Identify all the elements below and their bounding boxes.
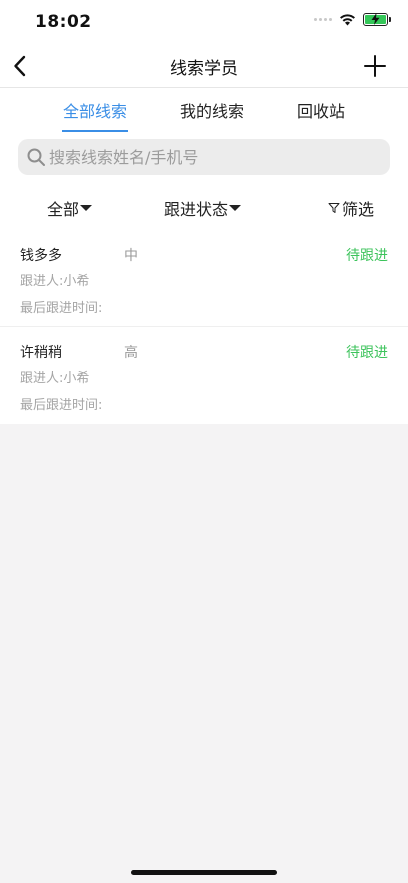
status-time: 18:02	[35, 12, 92, 32]
tab-recycle-bin[interactable]: 回收站	[297, 98, 345, 122]
filter-bar: 全部 跟进状态 筛选	[0, 184, 408, 230]
tab-my-leads[interactable]: 我的线索	[180, 98, 244, 122]
lead-follower: 跟进人: 小希	[20, 367, 89, 386]
lead-item[interactable]: 钱多多 中 待跟进 跟进人: 小希 最后跟进时间:	[0, 230, 408, 327]
filter-button[interactable]: 筛选	[328, 196, 374, 220]
lead-status-badge: 待跟进	[346, 248, 388, 264]
search-box[interactable]	[18, 139, 390, 175]
filter-label: 筛选	[342, 200, 375, 219]
wifi-icon	[340, 14, 355, 26]
lead-status-badge: 待跟进	[346, 345, 388, 361]
status-bar: 18:02	[0, 0, 408, 44]
status-filter-label: 跟进状态	[164, 200, 229, 219]
page-title: 线索学员	[170, 59, 238, 79]
tab-bar: 全部线索 我的线索 回收站	[0, 88, 408, 134]
nav-bar: 线索学员	[0, 44, 408, 88]
caret-down-icon	[229, 205, 242, 211]
follower-label: 跟进人:	[20, 371, 64, 386]
add-lead-button[interactable]	[362, 53, 388, 79]
funnel-icon	[328, 203, 340, 213]
all-filter-dropdown[interactable]: 全部	[47, 196, 93, 220]
follower-name: 小希	[63, 371, 90, 386]
lead-name: 许稍稍	[20, 345, 62, 361]
status-icons	[314, 13, 391, 26]
lead-name: 钱多多	[20, 248, 62, 264]
lead-item[interactable]: 许稍稍 高 待跟进 跟进人: 小希 最后跟进时间:	[0, 327, 408, 424]
search-section	[0, 134, 408, 184]
home-indicator	[131, 870, 277, 875]
battery-charging-icon	[363, 13, 391, 26]
lead-list: 钱多多 中 待跟进 跟进人: 小希 最后跟进时间: 许稍稍 高 待跟进 跟进人: 小…	[0, 230, 408, 424]
lead-level: 中	[124, 248, 138, 264]
tab-all-leads[interactable]: 全部线索	[63, 98, 127, 122]
follower-name: 小希	[63, 274, 90, 289]
lead-follower: 跟进人: 小希	[20, 270, 89, 289]
lead-level: 高	[124, 345, 138, 361]
status-filter-dropdown[interactable]: 跟进状态	[164, 196, 242, 220]
search-icon	[27, 148, 45, 166]
search-input[interactable]	[49, 147, 369, 167]
caret-down-icon	[80, 205, 93, 211]
follower-label: 跟进人:	[20, 274, 64, 289]
last-follow-time: 最后跟进时间:	[20, 398, 103, 413]
all-filter-label: 全部	[47, 200, 80, 219]
signal-icon	[314, 18, 332, 21]
active-tab-indicator	[62, 130, 128, 132]
last-follow-time: 最后跟进时间:	[20, 301, 103, 316]
